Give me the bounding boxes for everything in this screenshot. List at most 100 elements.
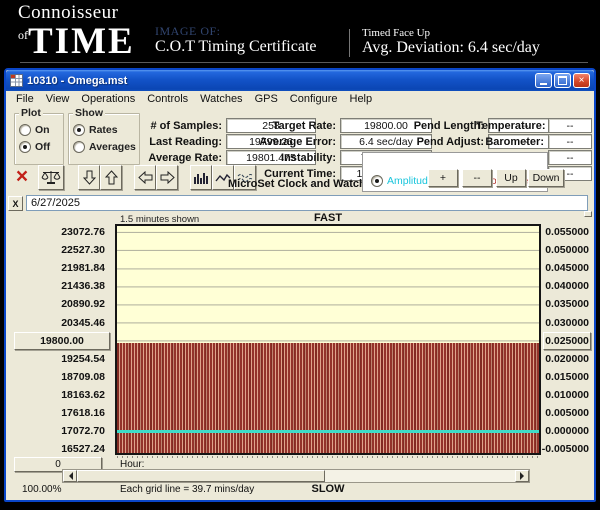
close-button[interactable]: × [573, 73, 590, 88]
right-axis-label: 0.020000 [543, 350, 591, 368]
zoom-in-button[interactable]: + [428, 169, 458, 187]
instability-label: Instability: [256, 152, 336, 164]
x-axis-ticks [117, 456, 539, 458]
logo-time: TIME [28, 21, 135, 62]
menu-item[interactable]: GPS [249, 93, 284, 105]
balance-button[interactable] [38, 165, 64, 190]
right-triangle-icon [520, 472, 528, 480]
amplitude-trace-line [117, 430, 539, 433]
clear-date-button[interactable]: X [8, 196, 23, 211]
radio-selected-icon [73, 124, 85, 136]
bar-chart-icon [193, 171, 209, 185]
right-axis-label: -0.005000 [543, 440, 591, 458]
left-axis-label: 20345.46 [14, 313, 110, 331]
close-icon: × [579, 76, 585, 86]
baro-temp-field[interactable]: -- [548, 150, 592, 165]
maximize-button[interactable] [554, 73, 571, 88]
left-arrow-icon [138, 171, 153, 184]
vertical-slider-handle[interactable] [584, 211, 592, 217]
radio-icon [73, 141, 85, 153]
menu-item[interactable]: Controls [141, 93, 194, 105]
show-groupbox: Show Rates Averages [68, 113, 140, 165]
date-field[interactable]: 6/27/2025 [26, 195, 588, 211]
samples-label: # of Samples: [132, 120, 222, 132]
certificate-title: C.O.T Timing Certificate [155, 38, 316, 56]
menu-item[interactable]: View [40, 93, 76, 105]
move-down-button[interactable] [78, 165, 100, 190]
plot-on-radio[interactable]: On [19, 124, 50, 136]
up-arrow-icon [105, 170, 118, 185]
left-axis-label: 21436.38 [14, 277, 110, 295]
left-axis-label: 18163.62 [14, 386, 110, 404]
menu-item[interactable]: Help [344, 93, 379, 105]
banner-divider [349, 29, 350, 57]
left-axis-label: 23072.76 [14, 223, 110, 241]
plot-group-title: Plot [19, 107, 43, 119]
pan-down-button[interactable]: Down [528, 169, 564, 187]
right-axis-label: 0.055000 [543, 223, 591, 241]
tick-sample-bars [117, 343, 539, 453]
minimize-icon [540, 83, 547, 85]
title-bar[interactable]: 10310 - Omega.mst × [6, 70, 594, 91]
right-axis-label: 0.040000 [543, 277, 591, 295]
right-axis-label: 0.005000 [543, 404, 591, 422]
scrollbar-right-arrow[interactable] [515, 470, 529, 482]
show-averages-radio[interactable]: Averages [73, 141, 136, 153]
minimize-button[interactable] [535, 73, 552, 88]
scrollbar-track[interactable] [325, 470, 515, 482]
show-averages-label: Averages [89, 141, 136, 153]
app-icon [10, 74, 23, 87]
zoom-out-button[interactable]: -- [462, 169, 492, 187]
show-rates-label: Rates [89, 124, 118, 136]
plot-groupbox: Plot On Off [14, 113, 64, 165]
right-axis-label: 0.025000 [543, 332, 591, 350]
left-axis-label: 21981.84 [14, 259, 110, 277]
certificate-banner: Connoisseur ofTIME IMAGE OF: C.O.T Timin… [0, 0, 600, 66]
plot-off-label: Off [35, 141, 50, 153]
horizontal-scrollbar[interactable] [62, 469, 530, 483]
right-axis-label: 0.045000 [543, 259, 591, 277]
balance-scale-icon [41, 169, 61, 186]
move-up-button[interactable] [100, 165, 122, 190]
window-content: Plot On Off Show Rates Averages # of S [6, 107, 594, 500]
app-window: 10310 - Omega.mst × FileViewOperationsCo… [4, 68, 596, 502]
bar-view-button[interactable] [190, 165, 212, 190]
delete-sample-button[interactable]: × [10, 164, 34, 190]
barometer-field[interactable]: -- [548, 134, 592, 149]
pend-length-label: Pend Length: [406, 120, 484, 132]
show-rates-radio[interactable]: Rates [73, 124, 118, 136]
scrollbar-thumb[interactable] [77, 470, 325, 482]
average-rate-label: Average Rate: [132, 152, 222, 164]
radio-icon [19, 124, 31, 136]
right-axis-label: 0.030000 [543, 313, 591, 331]
scroll-left-button[interactable] [134, 165, 156, 190]
amplitude-radio[interactable]: Amplitude [371, 175, 434, 187]
menu-item[interactable]: Watches [194, 93, 248, 105]
pan-up-button[interactable]: Up [496, 169, 526, 187]
barometer-label: Barometer: [476, 136, 544, 148]
menu-item[interactable]: Operations [75, 93, 141, 105]
screenshot-root: { "banner": { "logo_line1": "Connoisseur… [0, 0, 600, 510]
connoisseur-of-time-logo: Connoisseur ofTIME [18, 2, 135, 63]
slow-label: SLOW [115, 483, 541, 495]
left-axis-label: 17072.70 [14, 422, 110, 440]
temperature-field[interactable]: -- [548, 118, 592, 133]
plot-on-label: On [35, 124, 50, 136]
menu-item[interactable]: Configure [284, 93, 344, 105]
temperature-label: Temperature: [476, 120, 544, 132]
right-axis-label: 0.050000 [543, 241, 591, 259]
scroll-right-button[interactable] [156, 165, 178, 190]
down-arrow-icon [83, 170, 96, 185]
amplitude-label: Amplitude [387, 175, 434, 187]
pend-adjust-label: Pend Adjust: [406, 136, 484, 148]
timing-chart[interactable] [115, 224, 541, 455]
left-axis-label: 16527.24 [14, 440, 110, 458]
timed-face-up-label: Timed Face Up [362, 27, 430, 39]
radio-selected-icon [371, 175, 383, 187]
logo-of: of [18, 28, 28, 42]
menu-item[interactable]: File [10, 93, 40, 105]
plot-off-radio[interactable]: Off [19, 141, 50, 153]
scrollbar-left-arrow[interactable] [63, 470, 77, 482]
right-axis-labels: 0.0550000.0500000.0450000.0400000.035000… [543, 223, 591, 458]
zoom-percent-label: 100.00% [22, 484, 61, 495]
